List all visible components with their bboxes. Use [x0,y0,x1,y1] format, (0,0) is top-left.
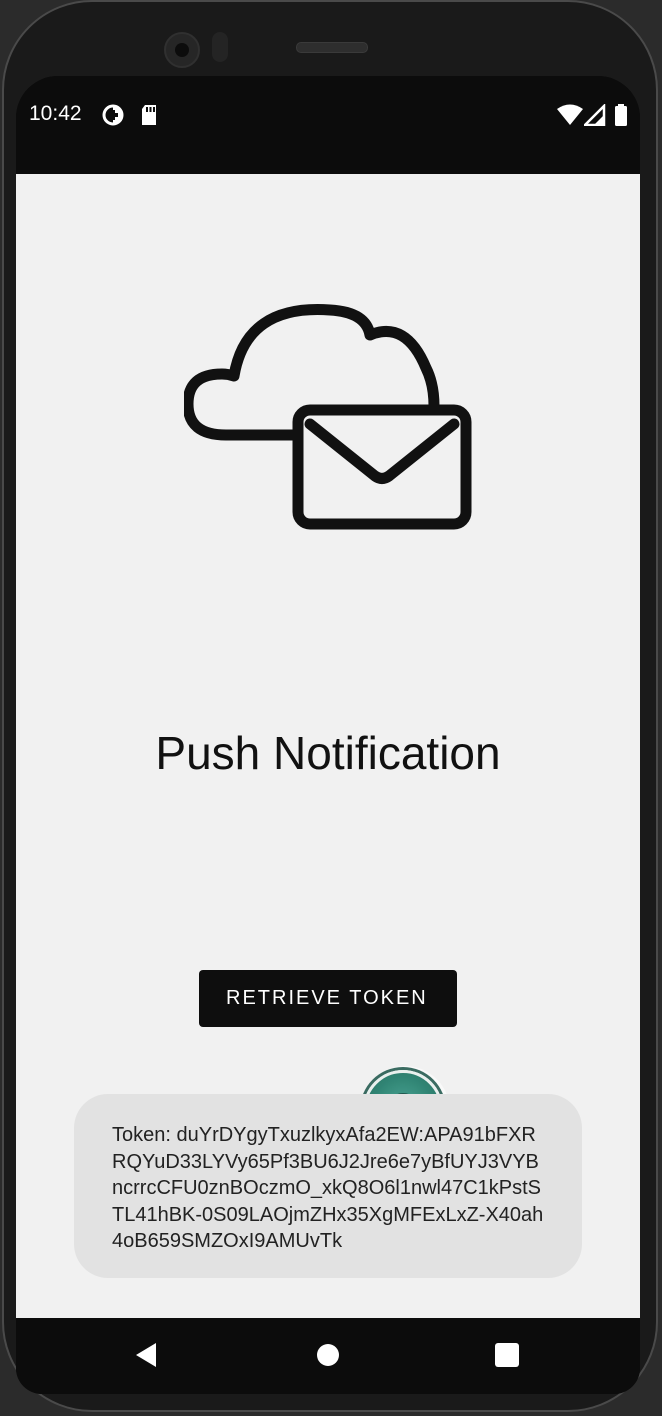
proximity-sensor [212,32,228,62]
back-icon[interactable] [132,1340,162,1370]
screen: 10:42 Push Notification RETRIEVE TOKEN T… [16,76,640,1394]
battery-icon [614,104,628,131]
device-frame: 10:42 Push Notification RETRIEVE TOKEN T… [0,0,662,1416]
navigation-bar [16,1318,640,1394]
app-content: Push Notification RETRIEVE TOKEN Token: … [16,174,640,1318]
status-time: 10:42 [29,102,82,125]
page-title: Push Notification [155,727,501,779]
earpiece-speaker [296,42,368,53]
data-saver-icon [102,104,124,131]
wifi-icon [557,104,583,131]
cell-signal-icon [581,102,606,131]
sd-card-icon [140,104,158,131]
front-camera [164,32,200,68]
recents-icon[interactable] [492,1340,522,1370]
cloud-mail-icon [182,298,474,530]
token-display: Token: duYrDYgyTxuzlkyxAfa2EW:APA91bFXRR… [74,1094,582,1278]
token-text: Token: duYrDYgyTxuzlkyxAfa2EW:APA91bFXRR… [112,1124,544,1252]
status-bar: 10:42 [16,76,640,174]
retrieve-token-button[interactable]: RETRIEVE TOKEN [199,970,457,1027]
camera-lens [175,43,189,57]
home-icon[interactable] [313,1340,343,1370]
